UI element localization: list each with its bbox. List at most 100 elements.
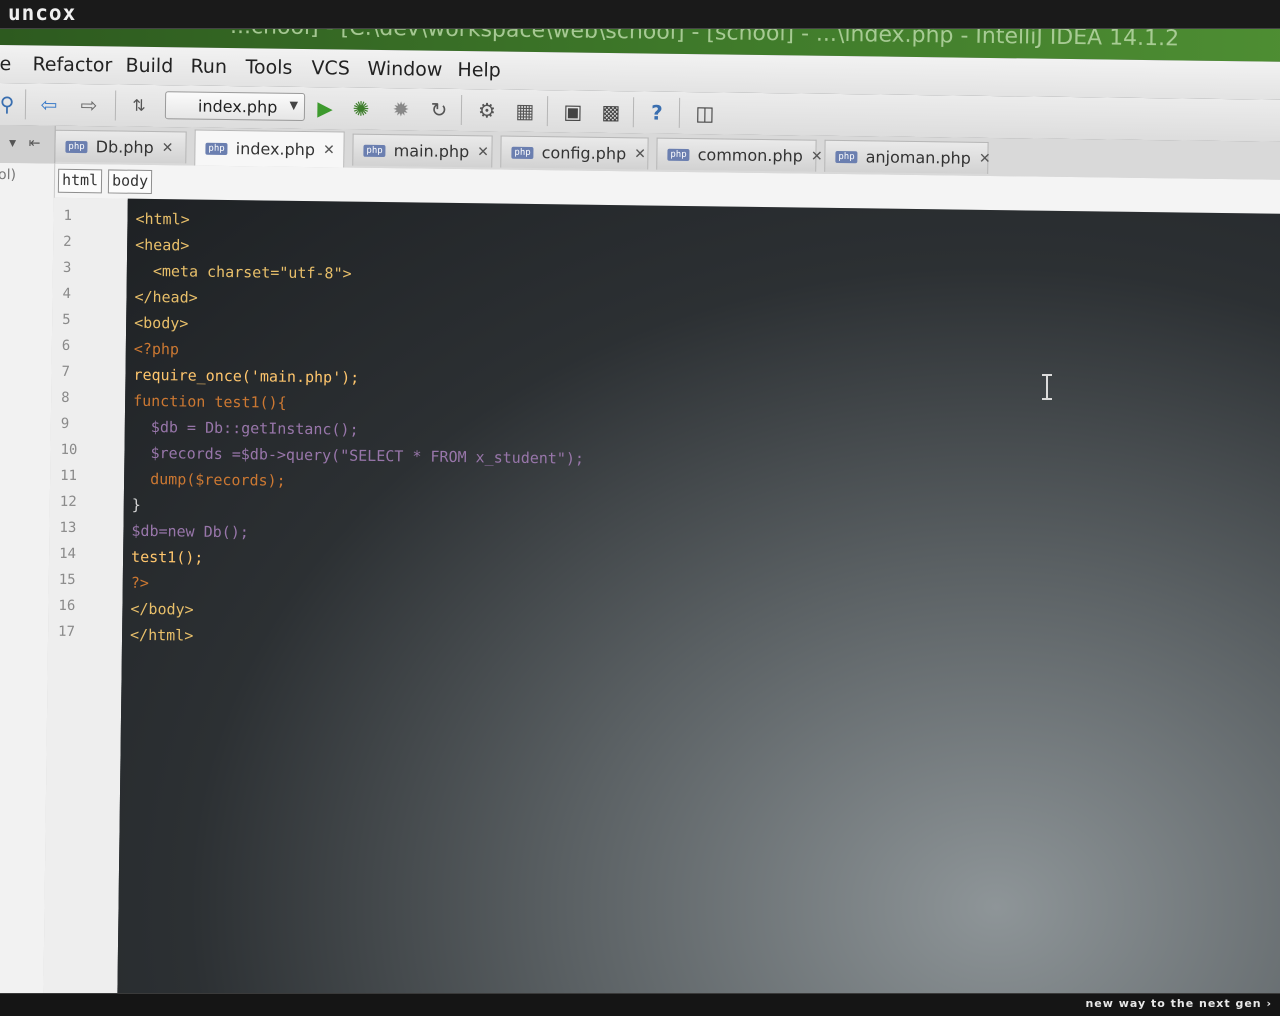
php-file-icon: php [667, 148, 690, 161]
settings-icon[interactable]: ⚙ [475, 98, 499, 122]
toolbar-separator [546, 96, 549, 127]
menu-item-help[interactable]: Help [457, 59, 501, 82]
tab-label: common.php [697, 145, 804, 166]
run-configuration-label: index.php [197, 96, 278, 117]
breadcrumb-item-html[interactable]: html [57, 168, 103, 194]
line-number: 3 [62, 259, 72, 276]
watermark-bottom-bar: new way to the next gen › [0, 993, 1280, 1016]
menu-item-vcs[interactable]: VCS [311, 57, 350, 79]
reload-icon[interactable]: ↻ [427, 98, 451, 122]
photo-stage: ...chool] - [C:\dev\workspace\web\school… [0, 29, 1280, 993]
tool-window-strip: ▾ ⇤ [0, 124, 56, 164]
tab-label: Db.php [95, 137, 154, 158]
menu-item-tools[interactable]: Tools [245, 56, 292, 79]
code-line: <?php [133, 339, 180, 359]
php-file-icon: php [65, 140, 88, 153]
code-line: test1(); [130, 547, 204, 567]
toolbar-separator [114, 90, 117, 121]
code-line: $db = Db::getInstanc(); [132, 417, 359, 439]
search-icon[interactable]: ⚲ [0, 92, 19, 116]
collapse-icon[interactable]: ▾ [0, 131, 24, 155]
scroll-from-source-icon[interactable]: ⇤ [22, 131, 46, 155]
code-line: <meta charset="utf-8"> [134, 261, 352, 283]
close-icon[interactable]: ✕ [634, 146, 646, 162]
menu-item-edit[interactable]: e [0, 53, 11, 75]
code-line: function test1(){ [133, 391, 287, 412]
line-number-gutter: 1 2 3 4 5 6 7 8 9 10 11 12 13 14 15 16 1… [43, 197, 128, 993]
line-number: 4 [62, 285, 72, 302]
toolbar-separator [24, 89, 27, 120]
code-line: </body> [130, 599, 194, 619]
forward-arrow-icon[interactable]: ⇨ [77, 93, 101, 117]
line-number: 11 [60, 467, 78, 485]
code-editor[interactable]: <html> <head> <meta charset="utf-8"> </h… [117, 198, 1280, 993]
code-line: </html> [129, 625, 194, 645]
debug-icon[interactable]: ✺ [349, 97, 373, 121]
project-tree-label: ol) [0, 166, 17, 184]
line-number: 6 [61, 337, 71, 354]
watermark-top-bar: uncox [0, 0, 1280, 29]
line-number: 8 [61, 389, 70, 406]
breadcrumb-item-body[interactable]: body [107, 169, 153, 195]
toolbar-separator [460, 95, 463, 126]
menu-item-build[interactable]: Build [125, 55, 173, 78]
close-icon[interactable]: ✕ [477, 144, 489, 160]
tab-label: config.php [541, 143, 627, 164]
line-number: 5 [62, 311, 71, 328]
ide-window: ...chool] - [C:\dev\workspace\web\school… [0, 29, 1280, 993]
tagline: new way to the next gen › [1085, 997, 1272, 1010]
tab-anjoman-php[interactable]: php anjoman.php ✕ [824, 139, 991, 174]
line-number: 7 [61, 363, 71, 380]
toolbar-separator [678, 97, 681, 128]
code-line: require_once('main.php'); [133, 365, 360, 387]
php-file-icon: php [511, 146, 534, 159]
toolbar-separator [632, 97, 635, 128]
close-icon[interactable]: ✕ [811, 148, 823, 164]
line-number: 1 [63, 207, 73, 224]
tab-label: anjoman.php [865, 147, 972, 168]
code-line: dump($records); [132, 469, 286, 490]
code-line: } [131, 495, 141, 514]
tab-config-php[interactable]: php config.php ✕ [500, 135, 649, 170]
line-number: 17 [58, 623, 76, 641]
run-configuration-select[interactable]: index.php ▼ [164, 91, 306, 121]
line-number: 10 [60, 441, 78, 459]
php-file-icon: php [363, 144, 386, 157]
code-line: <body> [134, 313, 189, 333]
menu-item-run[interactable]: Run [190, 55, 227, 77]
coverage-icon[interactable]: ✹ [389, 97, 413, 121]
tab-main-php[interactable]: php main.php ✕ [352, 133, 493, 168]
code-line: ?> [130, 573, 149, 592]
code-line: $db=new Db(); [131, 521, 249, 542]
tab-label: main.php [393, 141, 470, 162]
plugin-icon[interactable]: ◫ [693, 101, 717, 125]
tab-index-php[interactable]: php index.php ✕ [194, 129, 345, 168]
android-icon[interactable]: ▩ [599, 100, 623, 124]
line-number: 9 [60, 415, 70, 432]
close-icon[interactable]: ✕ [162, 140, 174, 156]
android-sdk-icon[interactable]: ▣ [561, 99, 585, 123]
code-line: <head> [135, 235, 190, 255]
close-icon[interactable]: ✕ [323, 142, 335, 158]
code-line: $records =$db->query("SELECT * FROM x_st… [132, 443, 585, 468]
sort-icon[interactable]: ⇅ [127, 94, 151, 118]
php-file-icon: php [205, 142, 228, 155]
tab-common-php[interactable]: php common.php ✕ [656, 137, 823, 172]
back-arrow-icon[interactable]: ⇦ [37, 92, 61, 117]
chevron-down-icon: ▼ [289, 98, 299, 112]
help-icon[interactable]: ? [645, 100, 669, 125]
brand-logo: uncox [8, 1, 77, 25]
run-icon[interactable]: ▶ [313, 96, 337, 120]
line-number: 14 [59, 545, 77, 563]
line-number: 16 [58, 597, 76, 615]
line-number: 13 [59, 519, 77, 537]
tab-db-php[interactable]: php Db.php ✕ [54, 129, 187, 164]
menu-item-window[interactable]: Window [367, 58, 442, 81]
menu-item-refactor[interactable]: Refactor [32, 53, 112, 76]
text-cursor-icon [1042, 374, 1056, 400]
tab-label: index.php [235, 139, 316, 160]
close-icon[interactable]: ✕ [979, 150, 991, 166]
window-title: ...chool] - [C:\dev\workspace\web\school… [229, 29, 1180, 52]
line-number: 12 [59, 493, 77, 511]
structure-icon[interactable]: ▦ [513, 99, 537, 123]
